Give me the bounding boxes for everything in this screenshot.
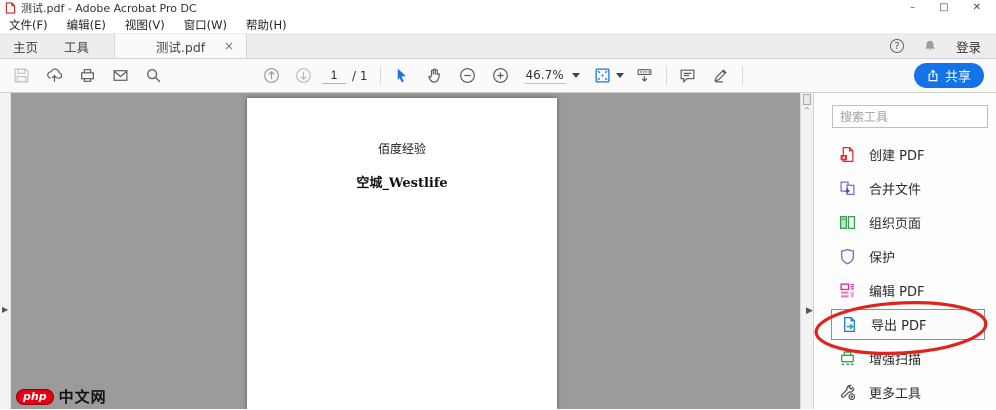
toolbar-divider — [741, 66, 743, 85]
menu-bar: 文件(F) 编辑(E) 视图(V) 窗口(W) 帮助(H) — [0, 16, 996, 34]
hand-tool-icon[interactable] — [426, 67, 444, 85]
tool-label: 组织页面 — [869, 216, 922, 232]
page-display-icon[interactable] — [636, 67, 654, 85]
title-bar: 测试.pdf - Adobe Acrobat Pro DC – □ ✕ — [0, 0, 996, 16]
comment-icon[interactable] — [679, 67, 697, 85]
tool-combine-files[interactable]: 合并文件 — [814, 171, 996, 205]
combine-files-icon — [840, 180, 855, 195]
document-viewport: 佰度经验 空城_Westlife php 中文网 — [11, 93, 800, 409]
create-pdf-icon — [840, 146, 854, 162]
menu-view[interactable]: 视图(V) — [125, 17, 165, 33]
main-toolbar: / 1 46.7% 共享 — [0, 59, 996, 93]
tool-label: 增强扫描 — [869, 352, 922, 368]
share-button[interactable]: 共享 — [913, 63, 984, 88]
php-logo: php — [16, 388, 54, 405]
share-button-label: 共享 — [944, 69, 971, 84]
pdf-page: 佰度经验 空城_Westlife — [247, 98, 557, 409]
watermark: php 中文网 — [16, 386, 107, 407]
restore-button[interactable]: □ — [939, 1, 948, 15]
tool-label: 导出 PDF — [871, 319, 927, 334]
scrollbar-thumb[interactable] — [803, 94, 811, 105]
tool-protect[interactable]: 保护 — [814, 239, 996, 273]
more-tools-icon — [840, 384, 856, 400]
tool-label: 保护 — [869, 250, 896, 266]
tool-edit-pdf[interactable]: 编辑 PDF — [814, 273, 996, 307]
search-icon[interactable] — [144, 67, 162, 85]
fit-page-caret-icon[interactable] — [615, 73, 624, 78]
document-title-text: 佰度经验 — [377, 142, 426, 156]
menu-edit[interactable]: 编辑(E) — [67, 17, 106, 33]
tool-label: 更多工具 — [869, 386, 922, 402]
tools-panel: 创建 PDF 合并文件 组织页面 保护 编辑 PDF — [813, 93, 996, 409]
protect-icon — [840, 248, 855, 264]
upload-cloud-icon[interactable] — [45, 67, 63, 85]
tool-organize-pages[interactable]: 组织页面 — [814, 205, 996, 239]
menu-file[interactable]: 文件(F) — [9, 17, 48, 33]
vertical-scrollbar[interactable]: ^ — [800, 93, 813, 409]
tab-home[interactable]: 主页 — [0, 34, 51, 58]
search-tools-input[interactable] — [832, 105, 988, 128]
tab-document-label: 测试.pdf — [155, 39, 206, 55]
minimize-button[interactable]: – — [910, 1, 915, 15]
next-page-icon[interactable] — [294, 67, 312, 85]
panel-collapse-icon[interactable]: ▶ — [806, 306, 813, 316]
tool-label: 编辑 PDF — [869, 284, 925, 300]
share-icon — [928, 69, 938, 82]
main-area: ▶ 佰度经验 空城_Westlife php 中文网 ^ 创建 PDF — [0, 93, 996, 409]
toolbar-divider — [379, 66, 381, 85]
tab-close-icon[interactable]: × — [224, 39, 234, 53]
previous-page-icon[interactable] — [262, 67, 280, 85]
tool-label: 创建 PDF — [869, 148, 925, 164]
menu-window[interactable]: 窗口(W) — [184, 17, 227, 33]
close-button[interactable]: ✕ — [973, 1, 981, 15]
tools-list: 创建 PDF 合并文件 组织页面 保护 编辑 PDF 导出 PDF 增强扫描 更… — [814, 137, 996, 409]
window-title: 测试.pdf - Adobe Acrobat Pro DC — [21, 2, 197, 15]
acrobat-app-icon — [5, 2, 16, 14]
print-icon[interactable] — [78, 67, 96, 85]
tab-bar: 主页 工具 测试.pdf × ? 登录 — [0, 34, 996, 59]
left-panel-expand-icon[interactable]: ▶ — [2, 305, 8, 314]
page-count-label: / 1 — [352, 68, 368, 83]
tool-label: 合并文件 — [869, 182, 922, 198]
scroll-up-icon[interactable]: ^ — [801, 106, 813, 115]
acrobat-window: 测试.pdf - Adobe Acrobat Pro DC – □ ✕ 文件(F… — [0, 0, 996, 410]
tool-more-tools[interactable]: 更多工具 — [814, 375, 996, 409]
email-icon[interactable] — [111, 67, 129, 85]
export-pdf-icon — [844, 316, 855, 333]
pen-icon[interactable] — [712, 67, 730, 85]
watermark-site-text: 中文网 — [58, 388, 107, 406]
page-number-input[interactable] — [322, 67, 346, 84]
zoom-out-icon[interactable] — [459, 67, 477, 85]
enhance-scans-icon — [841, 350, 854, 365]
tool-enhance-scans[interactable]: 增强扫描 — [814, 341, 996, 375]
fit-page-icon[interactable] — [594, 67, 612, 85]
tool-create-pdf[interactable]: 创建 PDF — [814, 137, 996, 171]
sign-in-button[interactable]: 登录 — [956, 37, 981, 56]
help-icon[interactable]: ? — [889, 39, 904, 53]
save-icon[interactable] — [12, 67, 30, 85]
tab-tools[interactable]: 工具 — [51, 34, 102, 58]
organize-pages-icon — [839, 215, 856, 229]
zoom-in-icon[interactable] — [492, 67, 510, 85]
document-author-text: 空城_Westlife — [356, 176, 448, 191]
tool-export-pdf[interactable]: 导出 PDF — [831, 309, 985, 340]
edit-pdf-icon — [840, 282, 854, 297]
toolbar-divider — [665, 66, 667, 85]
zoom-level-value[interactable]: 46.7% — [523, 68, 566, 84]
menu-help[interactable]: 帮助(H) — [246, 17, 287, 33]
tab-document[interactable]: 测试.pdf × — [114, 34, 248, 58]
left-panel-strip[interactable]: ▶ — [0, 93, 11, 409]
select-tool-icon[interactable] — [393, 67, 411, 85]
bell-icon[interactable] — [923, 39, 937, 53]
zoom-caret-icon[interactable] — [571, 73, 580, 78]
